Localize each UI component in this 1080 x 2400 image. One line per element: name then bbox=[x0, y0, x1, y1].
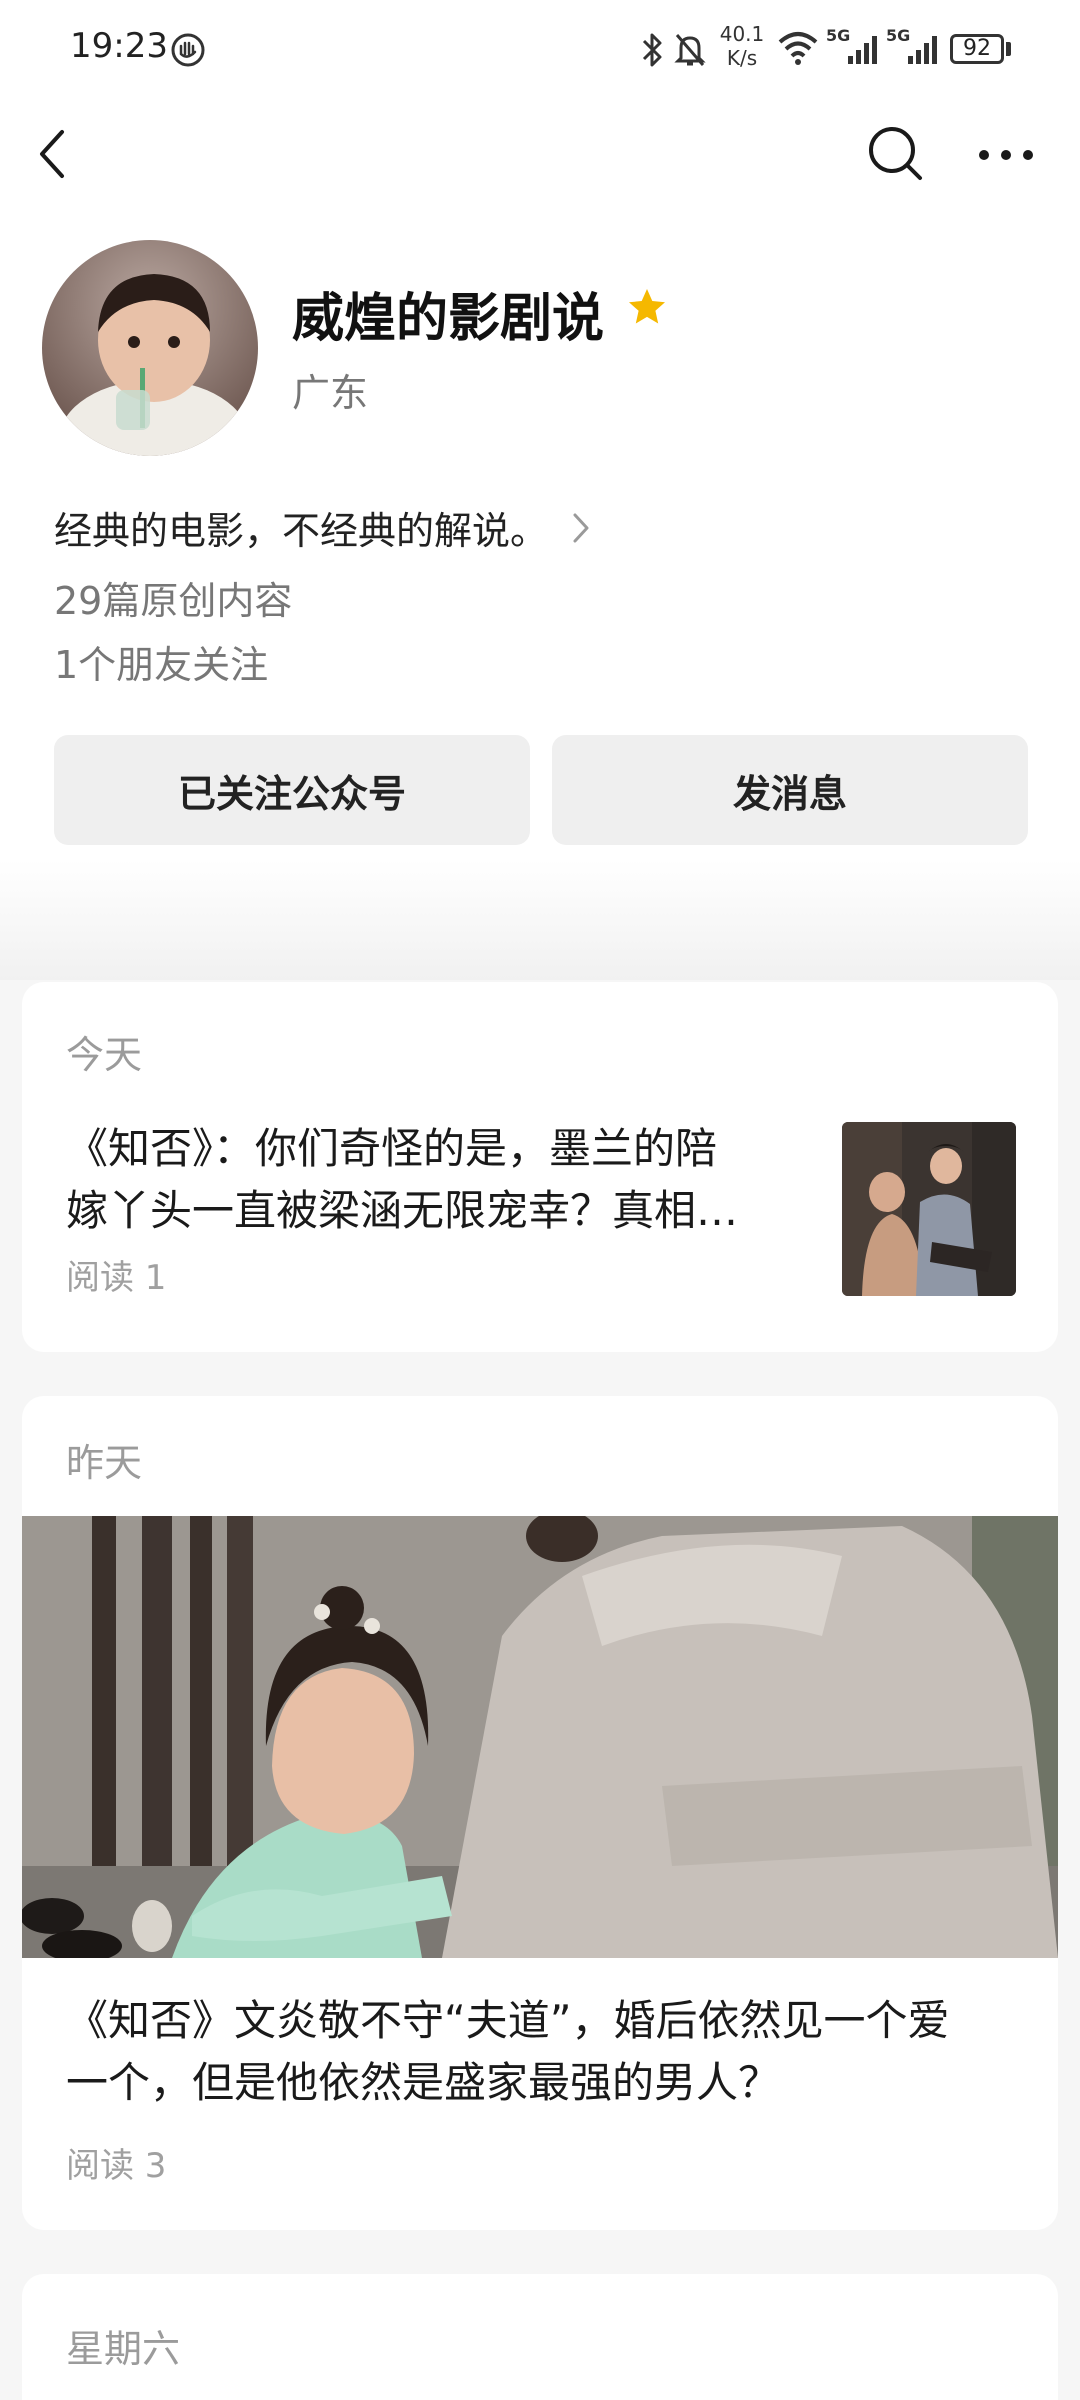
battery-tip bbox=[1006, 42, 1011, 56]
article-thumbnail-image bbox=[842, 1122, 1016, 1296]
friends-following[interactable]: 1个朋友关注 bbox=[54, 634, 268, 689]
mute-bell-icon bbox=[674, 34, 706, 66]
original-content-count[interactable]: 29篇原创内容 bbox=[54, 570, 292, 625]
network-speed: 40.1 K/s bbox=[719, 22, 765, 70]
avatar[interactable] bbox=[42, 240, 258, 456]
more-icon[interactable] bbox=[976, 140, 1036, 170]
article-card[interactable]: 昨天 《知否》文炎敬不守“夫道”，婚后依然见一个爱 一个，但是他依然是盛家最强的… bbox=[22, 1396, 1058, 2230]
avatar-image bbox=[42, 240, 258, 456]
date-label: 今天 bbox=[66, 1033, 143, 1077]
date-label: 昨天 bbox=[66, 1441, 143, 1485]
search-icon[interactable] bbox=[866, 124, 926, 184]
date-label: 星期六 bbox=[66, 2327, 181, 2371]
wifi-icon bbox=[778, 32, 818, 65]
read-count: 阅读 3 bbox=[66, 2146, 167, 2186]
bio-row[interactable]: 经典的电影，不经典的解说。 bbox=[54, 500, 592, 555]
verified-star-icon bbox=[629, 289, 665, 324]
article-cover-image bbox=[22, 1516, 1058, 1958]
app-notification-icon bbox=[171, 33, 205, 67]
article-card[interactable]: 星期六 bbox=[22, 2274, 1058, 2400]
send-message-button[interactable]: 发消息 bbox=[552, 735, 1028, 845]
article-title[interactable]: 《知否》文炎敬不守“夫道”，婚后依然见一个爱 一个，但是他依然是盛家最强的男人？ bbox=[66, 1990, 1026, 2114]
article-title[interactable]: 《知否》：你们奇怪的是，墨兰的陪 嫁丫头一直被梁涵无限宠幸？真相… bbox=[66, 1118, 826, 1242]
article-card[interactable]: 今天 《知否》：你们奇怪的是，墨兰的陪 嫁丫头一直被梁涵无限宠幸？真相… 阅读 … bbox=[22, 982, 1058, 1352]
header-fade bbox=[0, 860, 1080, 980]
back-icon[interactable] bbox=[32, 126, 76, 182]
account-name: 威煌的影剧说 bbox=[292, 289, 605, 349]
signal-icon bbox=[848, 36, 877, 64]
followed-button[interactable]: 已关注公众号 bbox=[54, 735, 530, 845]
status-bar: 19:23 40.1 K/s 5G 5G 92 bbox=[0, 0, 1080, 100]
battery-icon: 92 bbox=[950, 34, 1004, 64]
region: 广东 bbox=[292, 371, 369, 415]
read-count: 阅读 1 bbox=[66, 1258, 167, 1298]
chevron-right-icon bbox=[573, 513, 589, 542]
signal-icon-secondary bbox=[908, 36, 937, 64]
status-time: 19:23 bbox=[70, 26, 168, 66]
article-thumbnail[interactable] bbox=[842, 1122, 1016, 1296]
bluetooth-icon bbox=[642, 33, 662, 67]
article-cover[interactable] bbox=[22, 1516, 1058, 1958]
bio-text: 经典的电影，不经典的解说。 bbox=[54, 509, 549, 553]
